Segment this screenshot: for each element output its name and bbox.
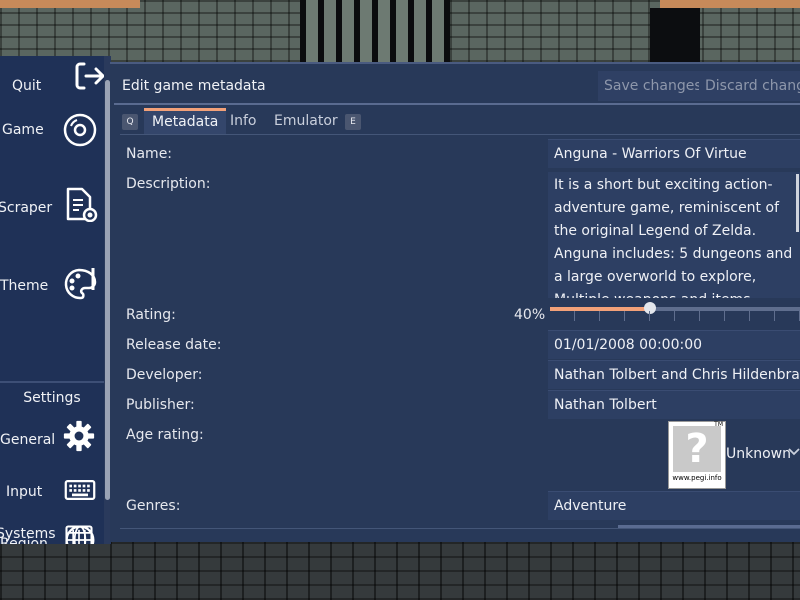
keyboard-icon <box>64 480 96 500</box>
sidebar-item-label: Quit <box>12 78 42 94</box>
sidebar-item-label: General <box>0 432 56 448</box>
pegi-site-text: www.pegi.info <box>672 474 722 482</box>
age-rating-select[interactable]: Unknown <box>726 446 791 462</box>
name-label: Name: <box>126 146 173 162</box>
genres-label: Genres: <box>126 498 181 514</box>
rating-label: Rating: <box>126 307 176 323</box>
tab-info[interactable]: Info <box>222 108 265 134</box>
settings-header: Settings <box>23 390 81 406</box>
rating-slider-knob[interactable] <box>644 302 656 314</box>
genres-field[interactable]: Adventure <box>548 491 800 520</box>
exit-icon <box>75 62 104 90</box>
gear-icon <box>63 420 95 452</box>
name-field[interactable]: Anguna - Warriors Of Virtue <box>548 139 800 168</box>
chevron-down-icon[interactable] <box>788 447 800 457</box>
rating-slider-tick <box>599 311 600 321</box>
tab-next-hint: E <box>345 114 361 130</box>
panel-bottom-divider <box>120 528 800 529</box>
release-date-field[interactable]: 01/01/2008 00:00:00 <box>548 330 800 359</box>
sidebar-item-label: Systems <box>0 526 56 542</box>
tab-prev-hint: Q <box>122 114 138 130</box>
age-rating-label: Age rating: <box>126 427 204 443</box>
rating-slider-tick <box>724 311 725 321</box>
panel-title: Edit game metadata <box>122 78 266 94</box>
rating-slider[interactable] <box>550 302 800 321</box>
description-scrollbar[interactable] <box>796 174 799 232</box>
pegi-question-mark: ? <box>673 426 721 472</box>
release-date-label: Release date: <box>126 337 222 353</box>
document-search-icon <box>66 187 98 222</box>
rating-percent: 40% <box>514 307 546 323</box>
background-doorway <box>650 8 700 62</box>
rating-slider-tick <box>574 311 575 321</box>
sidebar-item-game[interactable]: Game <box>0 100 104 160</box>
edit-metadata-panel: Edit game metadata Save changes Discard … <box>110 62 800 542</box>
description-label: Description: <box>126 176 211 192</box>
sidebar-item-systems[interactable]: Systems <box>0 520 104 544</box>
sidebar-item-label: Input <box>6 484 43 500</box>
background-pillars <box>300 0 450 62</box>
rating-slider-tick <box>749 311 750 321</box>
tab-emulator[interactable]: Emulator <box>266 108 346 134</box>
sliders-icon <box>65 525 93 544</box>
save-button[interactable]: Save changes <box>598 71 708 101</box>
developer-field[interactable]: Nathan Tolbert and Chris Hildenbrand <box>548 360 800 389</box>
description-text: It is a short but exciting action-advent… <box>554 177 793 298</box>
publisher-field[interactable]: Nathan Tolbert <box>548 390 800 419</box>
sidebar-item-general[interactable]: General <box>0 410 104 470</box>
description-field[interactable]: It is a short but exciting action-advent… <box>548 172 800 298</box>
tabs-divider <box>120 134 800 135</box>
rating-slider-tick <box>774 311 775 321</box>
sidebar-menu: Quit Game Scraper Theme Settings General… <box>0 56 104 544</box>
discard-button[interactable]: Discard changes <box>699 71 800 101</box>
sidebar-item-input[interactable]: Input <box>0 462 104 522</box>
tab-metadata[interactable]: Metadata <box>144 108 227 134</box>
pegi-unknown-icon: TM ? www.pegi.info <box>668 421 726 489</box>
publisher-label: Publisher: <box>126 397 195 413</box>
rating-slider-tick <box>674 311 675 321</box>
background-rail <box>660 0 800 8</box>
disc-icon <box>63 113 97 147</box>
sidebar-item-label: Scraper <box>0 200 53 216</box>
sidebar-item-scraper[interactable]: Scraper <box>0 178 104 238</box>
rating-slider-tick <box>624 311 625 321</box>
rating-slider-fill <box>550 307 650 311</box>
rating-slider-tick <box>699 311 700 321</box>
background-rail <box>0 0 140 8</box>
sidebar-item-label: Theme <box>0 278 49 294</box>
header-divider <box>114 103 800 105</box>
sidebar-item-theme[interactable]: Theme <box>0 256 104 316</box>
rating-slider-tick <box>649 311 650 321</box>
palette-icon <box>64 268 97 300</box>
sidebar-item-label: Game <box>2 122 44 138</box>
background-floor <box>0 540 800 600</box>
developer-label: Developer: <box>126 367 203 383</box>
